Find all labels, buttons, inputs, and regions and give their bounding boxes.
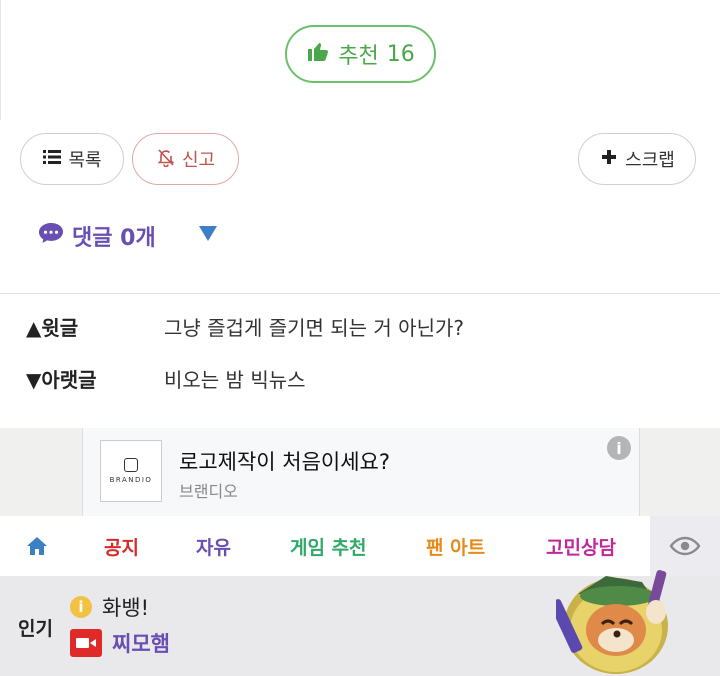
popular-item[interactable]: i 화뱅! xyxy=(70,592,149,622)
category-label: 공지 xyxy=(104,536,139,559)
bell-slash-icon xyxy=(156,147,176,172)
left-border xyxy=(0,0,1,120)
list-icon xyxy=(42,147,62,172)
video-icon xyxy=(70,629,102,657)
section-divider xyxy=(0,293,720,294)
logo-mark-icon xyxy=(124,458,138,472)
category-fan-art[interactable]: 팬 아트 xyxy=(426,516,485,576)
prev-post-row[interactable]: ▲윗글 그냥 즐겁게 즐기면 되는 거 아닌가? xyxy=(26,312,464,341)
category-label: 자유 xyxy=(196,536,231,559)
home-icon[interactable] xyxy=(26,516,48,576)
popular-label: 인기 xyxy=(18,618,53,640)
category-free[interactable]: 자유 xyxy=(196,516,231,576)
ad-banner[interactable]: BRANDIO 로고제작이 처음이세요? 브랜디오 i xyxy=(82,428,640,516)
logo-text: BRANDIO xyxy=(109,476,153,484)
category-label: 고민상담 xyxy=(546,536,616,559)
brand-logo: BRANDIO xyxy=(100,440,162,502)
comments-header[interactable]: 댓글 0개 xyxy=(38,220,156,252)
ad-subtitle: 브랜디오 xyxy=(179,482,238,501)
scrap-label: 스크랩 xyxy=(625,150,675,171)
category-label: 팬 아트 xyxy=(426,536,486,559)
category-game-recommend[interactable]: 게임 추천 xyxy=(290,516,367,576)
popular-item-text: 찌모햄 xyxy=(112,632,170,656)
next-post-row[interactable]: ▼아랫글 비오는 밤 빅뉴스 xyxy=(26,364,306,393)
category-notice[interactable]: 공지 xyxy=(104,516,139,576)
plus-icon xyxy=(599,147,619,172)
speech-bubble-icon xyxy=(38,222,64,250)
prev-post-title[interactable]: 그냥 즐겁게 즐기면 되는 거 아닌가? xyxy=(164,312,464,341)
popular-item-text: 화뱅! xyxy=(102,596,150,620)
ad-title: 로고제작이 처음이세요? xyxy=(179,450,391,474)
comments-count: 댓글 0개 xyxy=(72,226,156,251)
recommend-label: 추천 xyxy=(338,44,379,69)
report-label: 신고 xyxy=(181,150,216,171)
recommend-button[interactable]: 추천 16 xyxy=(285,25,436,83)
scrap-button[interactable]: 스크랩 xyxy=(578,133,696,185)
list-button[interactable]: 목록 xyxy=(20,133,124,185)
mascot-avatar[interactable] xyxy=(549,560,676,676)
ad-info-icon[interactable]: i xyxy=(607,436,631,460)
next-post-title[interactable]: 비오는 밤 빅뉴스 xyxy=(164,364,306,393)
popular-item[interactable]: 찌모햄 xyxy=(70,628,170,658)
list-label: 목록 xyxy=(68,150,102,171)
chevron-down-icon[interactable] xyxy=(198,224,218,242)
post-footer-page: 추천 16 목록 신고 스크랩 댓글 0개 ▲윗글 그냥 즐겁게 즐기면 되는 … xyxy=(0,0,720,676)
info-icon: i xyxy=(70,596,92,618)
recommend-count: 16 xyxy=(386,41,415,67)
thumbs-up-icon xyxy=(306,39,330,69)
prev-post-label: ▲윗글 xyxy=(26,316,79,340)
category-label: 게임 추천 xyxy=(290,536,367,559)
report-button[interactable]: 신고 xyxy=(132,133,239,185)
next-post-label: ▼아랫글 xyxy=(26,368,97,392)
